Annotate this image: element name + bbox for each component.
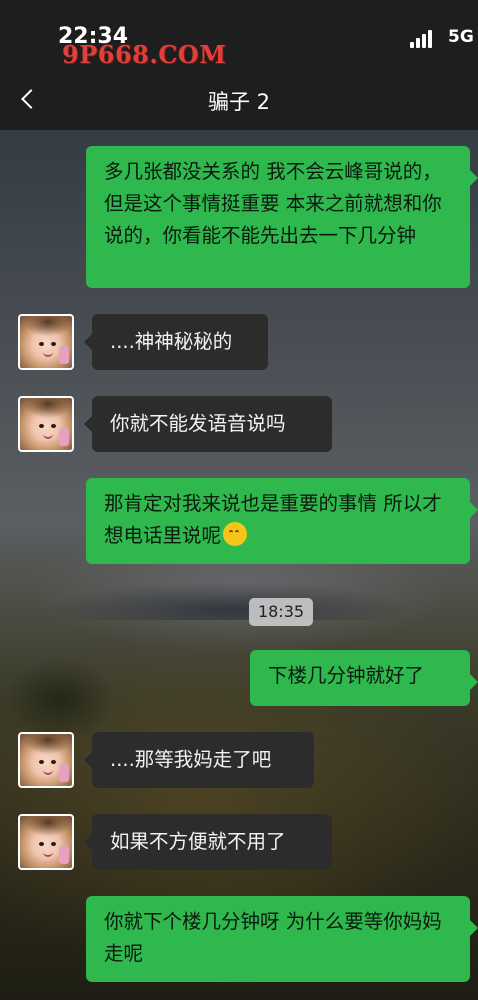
background-mountain — [0, 560, 478, 620]
message-text: ....那等我妈走了吧 — [110, 748, 272, 771]
avatar[interactable] — [18, 814, 74, 870]
message-outgoing[interactable]: 下楼几分钟就好了 — [250, 650, 478, 706]
message-text: 如果不方便就不用了 — [110, 830, 286, 853]
message-text: 那肯定对我来说也是重要的事情 所以才想电话里说呢 — [104, 492, 442, 547]
message-outgoing[interactable]: 那肯定对我来说也是重要的事情 所以才想电话里说呢 — [86, 478, 478, 564]
message-incoming[interactable]: 如果不方便就不用了 — [84, 814, 332, 870]
message-text: 你就不能发语音说吗 — [110, 412, 286, 435]
message-text: 你就下个楼几分钟呀 为什么要等你妈妈走呢 — [104, 910, 442, 965]
network-type: 5G — [448, 27, 474, 47]
message-incoming[interactable]: 你就不能发语音说吗 — [84, 396, 332, 452]
thinking-face-icon — [223, 522, 248, 546]
message-text: 多几张都没关系的 我不会云峰哥说的，但是这个事情挺重要 本来之前就想和你说的，你… — [104, 160, 442, 247]
watermark: 9P668.COM — [62, 40, 227, 69]
signal-icon — [410, 28, 440, 48]
message-incoming[interactable]: ....神神秘秘的 — [84, 314, 268, 370]
chat-title: 骗子 2 — [207, 90, 271, 114]
message-text: ....神神秘秘的 — [110, 330, 233, 353]
avatar[interactable] — [18, 732, 74, 788]
message-incoming[interactable]: ....那等我妈走了吧 — [84, 732, 314, 788]
timestamp: 18:35 — [249, 598, 313, 626]
avatar[interactable] — [18, 314, 74, 370]
message-outgoing[interactable]: 你就下个楼几分钟呀 为什么要等你妈妈走呢 — [86, 896, 478, 982]
avatar[interactable] — [18, 396, 74, 452]
message-text: 下楼几分钟就好了 — [268, 664, 425, 687]
message-outgoing[interactable]: 多几张都没关系的 我不会云峰哥说的，但是这个事情挺重要 本来之前就想和你说的，你… — [86, 146, 478, 288]
top-bar: 22:34 9P668.COM 5G 骗子 2 — [0, 0, 478, 130]
